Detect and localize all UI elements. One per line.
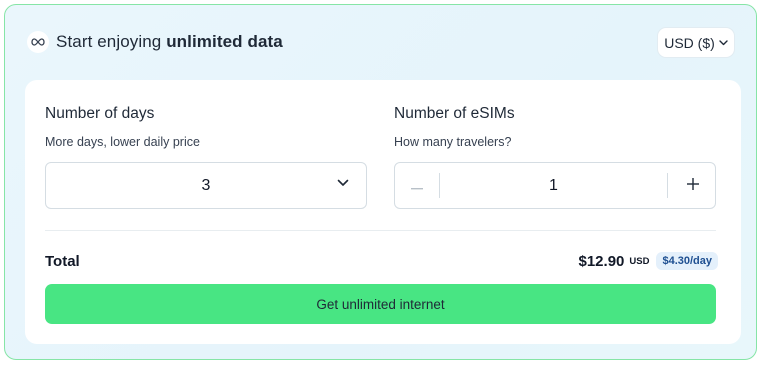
days-subtitle: More days, lower daily price <box>45 135 200 149</box>
total-price: $12.90 <box>578 252 625 270</box>
total-label: Total <box>45 253 80 270</box>
title-emphasis: unlimited data <box>166 32 283 51</box>
chevron-down-icon <box>337 179 349 187</box>
esims-subtitle: How many travelers? <box>394 135 512 149</box>
esims-title: Number of eSIMs <box>394 105 515 122</box>
get-unlimited-internet-button[interactable]: Get unlimited internet <box>45 284 716 324</box>
chevron-down-icon <box>719 39 728 46</box>
increment-button[interactable] <box>671 163 715 208</box>
days-field-header: Number of days More days, lower daily pr… <box>45 104 367 150</box>
days-select-value: 3 <box>201 176 211 194</box>
divider <box>45 230 716 231</box>
page-title: Start enjoying unlimited data <box>56 32 283 52</box>
esims-field-header: Number of eSIMs How many travelers? <box>394 104 716 150</box>
plus-icon <box>687 177 699 195</box>
total-currency: USD <box>629 255 650 267</box>
currency-select[interactable]: USD ($) <box>657 27 735 58</box>
decrement-button[interactable] <box>395 163 439 208</box>
order-form: Number of days More days, lower daily pr… <box>25 80 741 344</box>
per-day-badge: $4.30/day <box>656 252 718 270</box>
title-prefix: Start enjoying <box>56 32 167 51</box>
stepper-divider <box>667 173 668 198</box>
days-title: Number of days <box>45 105 155 122</box>
minus-icon <box>411 177 423 195</box>
currency-select-value: USD ($) <box>664 34 715 51</box>
infinity-icon <box>27 31 49 53</box>
esims-stepper: 1 <box>394 162 716 209</box>
unlimited-data-card: Start enjoying unlimited data USD ($) Nu… <box>4 4 757 360</box>
price-summary: $12.90 USD $4.30/day <box>578 250 718 272</box>
days-select[interactable]: 3 <box>45 162 367 209</box>
esims-value[interactable]: 1 <box>440 163 667 208</box>
card-header: Start enjoying unlimited data <box>27 27 283 57</box>
